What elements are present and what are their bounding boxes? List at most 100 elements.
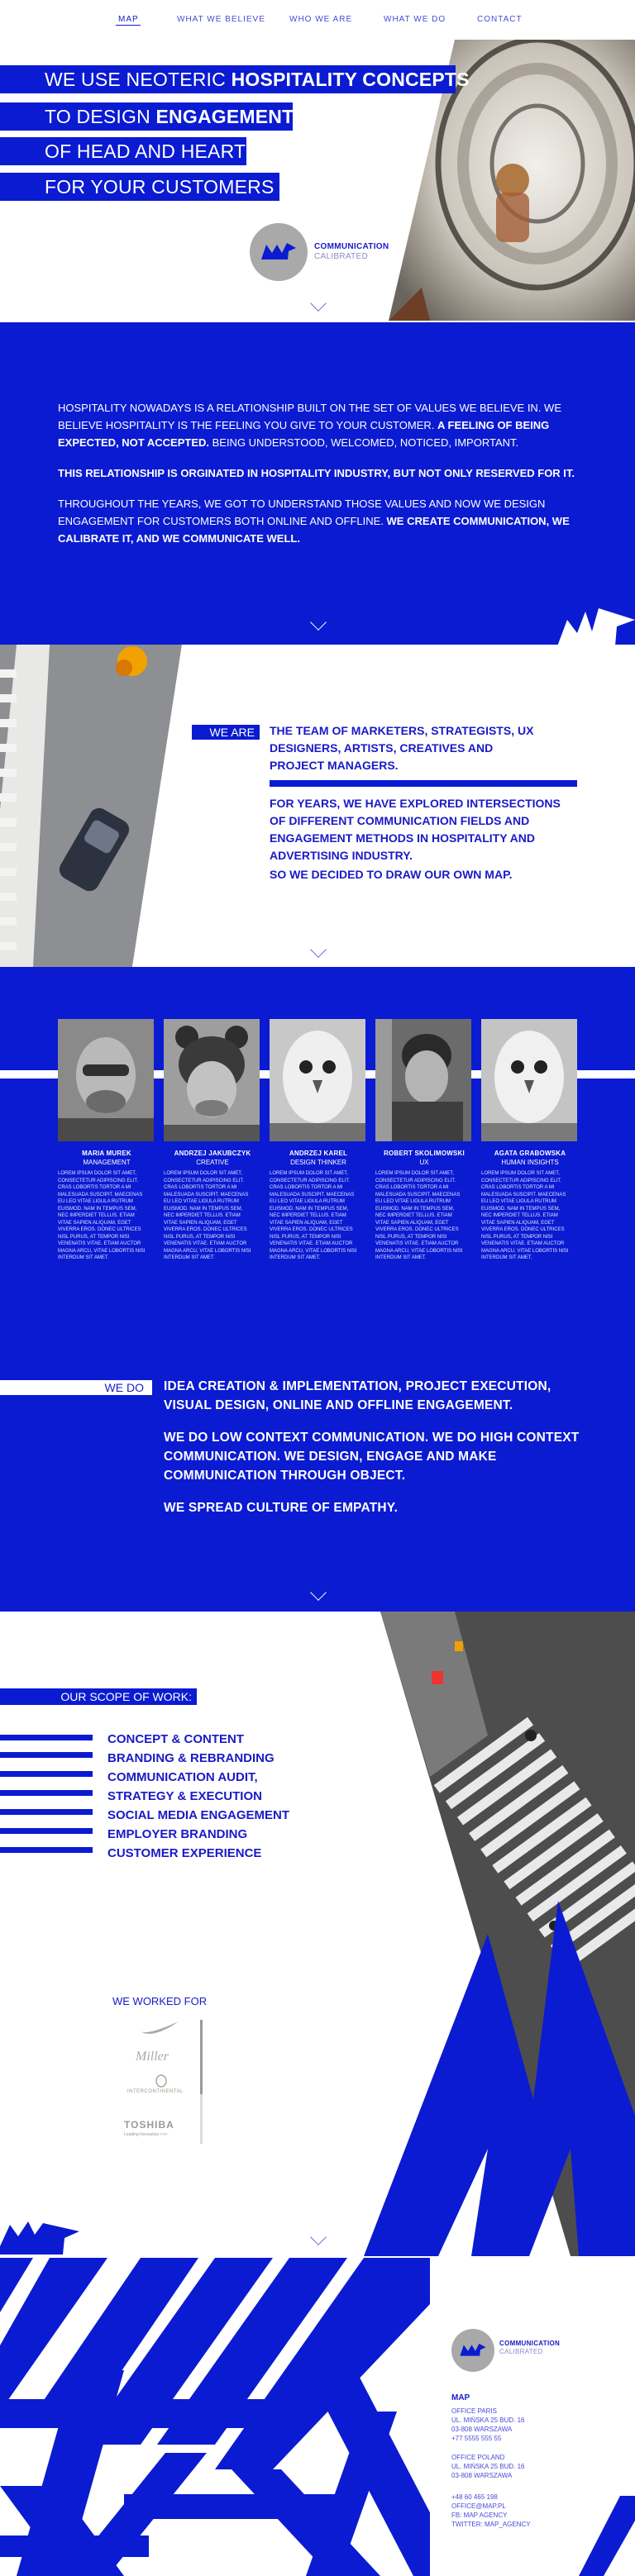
client-logo-toshiba: TOSHIBA (124, 2119, 174, 2131)
member-photo (270, 1019, 365, 1141)
team-member-card[interactable]: MARIA MUREK MANAGEMENT LOREM IPSUM DOLOR… (58, 1019, 155, 1262)
scope-bar (0, 1752, 93, 1758)
hero-line-2: TO DESIGN ENGAGEMENT (0, 102, 294, 131)
we-are-label: WE ARE (192, 725, 260, 740)
footer-corner-stripes (579, 2496, 635, 2576)
client-logo-miller: Miller (136, 2050, 169, 2064)
office-city: 03-808 WARSZAWA (451, 2426, 513, 2433)
map-mark-white-icon (557, 608, 635, 646)
scroll-down-icon[interactable] (310, 295, 327, 312)
scope-list: CONCEPT & CONTENT BRANDING & REBRANDING … (107, 1730, 339, 1863)
footer-logo-subtitle: CALIBRATED (499, 2348, 543, 2355)
member-photo (375, 1019, 471, 1141)
scope-item: BRANDING & REBRANDING (107, 1751, 275, 1765)
client-logo-toshiba-tagline: Leading Innovation >>> (124, 2132, 168, 2137)
we-are-paragraph-3: SO WE DECIDED TO DRAW OUR OWN MAP. (270, 868, 513, 881)
we-do-label: WE DO (0, 1380, 152, 1395)
hero-line-1: WE USE NEOTERIC HOSPITALITY CONCEPTS (0, 65, 469, 93)
we-are-white-wedge (132, 645, 273, 967)
intro-text: HOSPITALITY NOWADAYS IS A RELATIONSHIP B… (58, 399, 579, 560)
clients-label: WE WORKED FOR (112, 1995, 208, 2007)
clients-logo-list: Miller INTERCONTINENTAL TOSHIBA Leading … (124, 2020, 207, 2169)
footer-brand: MAP (451, 2393, 470, 2402)
team-member-card[interactable]: ANDRZEJ KAREL DESIGN THINKER LOREM IPSUM… (270, 1019, 367, 1262)
scope-bar (0, 1735, 93, 1740)
nav-item-who-we-are[interactable]: WHO WE ARE (289, 15, 352, 24)
member-name: ROBERT SKOLIMOWSKI (384, 1150, 465, 1157)
office-phone[interactable]: +77 5555 555 55 (451, 2434, 524, 2443)
scroll-down-icon[interactable] (310, 941, 327, 958)
team-member-card[interactable]: ANDRZEJ JAKUBCZYK CREATIVE LOREM IPSUM D… (164, 1019, 261, 1262)
logo-subtitle: CALIBRATED (314, 252, 369, 261)
we-do-text: IDEA CREATION & IMPLEMENTATION, PROJECT … (164, 1377, 594, 1531)
member-role: HUMAN INSIGHTS (501, 1159, 559, 1166)
we-are-paragraph-1: THE TEAM OF MARKETERS, STRATEGISTS, UX D… (270, 724, 534, 772)
scope-item: SOCIAL MEDIA ENGAGEMENT (107, 1808, 290, 1822)
contact-facebook[interactable]: FB: MAP AGENCY (451, 2511, 531, 2520)
member-role: CREATIVE (196, 1159, 229, 1166)
we-do-paragraph-2: WE DO LOW CONTEXT COMMUNICATION. WE DO H… (164, 1431, 580, 1483)
intro-paragraph-2: THIS RELATIONSHIP IS ORGINATED IN HOSPIT… (58, 467, 575, 479)
clients-scrollbar[interactable] (200, 2020, 203, 2144)
hero-line-3: OF HEAD AND HEART (0, 137, 246, 165)
hero-line-4: FOR YOUR CUSTOMERS (0, 173, 279, 201)
scope-bar (0, 1809, 93, 1815)
office-address: UL. MIŃSKA 25 BUD. 16 (451, 2463, 525, 2470)
intercontinental-emblem-icon (155, 2074, 167, 2088)
scope-item: CONCEPT & CONTENT (107, 1732, 244, 1746)
footer-logo-circle[interactable] (451, 2329, 494, 2372)
nav-item-contact[interactable]: CONTACT (477, 15, 523, 24)
office-name: OFFICE POLAND (451, 2454, 505, 2461)
intro-paragraph-3: THROUGHOUT THE YEARS, WE GOT TO UNDERSTA… (58, 498, 570, 545)
scope-bar (0, 1790, 93, 1796)
member-name: AGATA GRABOWSKA (494, 1150, 566, 1157)
we-do-paragraph-3: WE SPREAD CULTURE OF EMPATHY. (164, 1501, 399, 1515)
scope-label: OUR SCOPE OF WORK: (0, 1688, 197, 1705)
contact-phone[interactable]: +48 60 465 198 (451, 2493, 531, 2502)
we-are-paragraph-2: FOR YEARS, WE HAVE EXPLORED INTERSECTION… (270, 797, 561, 862)
member-role: DESIGN THINKER (290, 1159, 346, 1166)
team-member-card[interactable]: ROBERT SKOLIMOWSKI UX LOREM IPSUM DOLOR … (375, 1019, 473, 1262)
contact-twitter[interactable]: TWITTER: MAP_AGENCY (451, 2520, 531, 2529)
member-bio: LOREM IPSUM DOLOR SIT AMET, CONSECTETUR … (270, 1171, 357, 1260)
intro-paragraph-1: HOSPITALITY NOWADAYS IS A RELATIONSHIP B… (58, 402, 561, 449)
member-name: MARIA MUREK (82, 1150, 131, 1157)
footer-logo-title: COMMUNICATION (499, 2340, 561, 2347)
contact-email[interactable]: OFFICE@MAP.PL (451, 2502, 531, 2511)
we-do-paragraph-1: IDEA CREATION & IMPLEMENTATION, PROJECT … (164, 1379, 551, 1412)
office-city: 03-808 WARSZAWA (451, 2472, 513, 2479)
scope-item: CUSTOMER EXPERIENCE (107, 1846, 262, 1860)
team-member-card[interactable]: AGATA GRABOWSKA HUMAN INSIGHTS LOREM IPS… (481, 1019, 579, 1262)
member-bio: LOREM IPSUM DOLOR SIT AMET, CONSECTETUR … (58, 1171, 146, 1260)
member-photo (58, 1019, 154, 1141)
member-name: ANDRZEJ KAREL (289, 1150, 348, 1157)
office-address: UL. MIŃSKA 25 BUD. 16 (451, 2416, 525, 2424)
member-bio: LOREM IPSUM DOLOR SIT AMET, CONSECTETUR … (164, 1171, 251, 1260)
nav-item-what-we-believe[interactable]: WHAT WE BELIEVE (177, 15, 265, 24)
we-are-divider (270, 780, 577, 787)
scope-item: COMMUNICATION AUDIT, (107, 1770, 258, 1784)
team-grid: MARIA MUREK MANAGEMENT LOREM IPSUM DOLOR… (58, 1019, 579, 1262)
top-nav: MAP WHAT WE BELIEVE WHO WE ARE WHAT WE D… (0, 0, 635, 40)
nav-item-map[interactable]: MAP (118, 15, 139, 24)
map-logo-icon (460, 2343, 486, 2356)
nav-active-underline (116, 25, 141, 26)
member-role: MANAGEMENT (83, 1159, 131, 1166)
footer-office-poland: OFFICE POLAND UL. MIŃSKA 25 BUD. 16 03-8… (451, 2453, 524, 2480)
map-logo-circle[interactable] (250, 223, 308, 281)
map-letter-m-shape (364, 1901, 635, 2256)
footer-office-paris: OFFICE PARIS UL. MIŃSKA 25 BUD. 16 03-80… (451, 2407, 524, 2443)
logo-title: COMMUNICATION (314, 242, 389, 251)
nike-logo-icon (141, 2021, 179, 2034)
client-logo-intercontinental: INTERCONTINENTAL (127, 2089, 184, 2094)
office-name: OFFICE PARIS (451, 2407, 497, 2415)
footer-contacts: +48 60 465 198 OFFICE@MAP.PL FB: MAP AGE… (451, 2493, 531, 2529)
clients-scrollbar-thumb[interactable] (200, 2020, 203, 2094)
map-logo-icon (261, 243, 296, 260)
member-bio: LOREM IPSUM DOLOR SIT AMET, CONSECTETUR … (375, 1171, 463, 1260)
nav-item-what-we-do[interactable]: WHAT WE DO (384, 15, 446, 24)
scope-bar (0, 1771, 93, 1777)
member-photo (481, 1019, 577, 1141)
scope-item: STRATEGY & EXECUTION (107, 1789, 262, 1803)
member-bio: LOREM IPSUM DOLOR SIT AMET, CONSECTETUR … (481, 1171, 569, 1260)
